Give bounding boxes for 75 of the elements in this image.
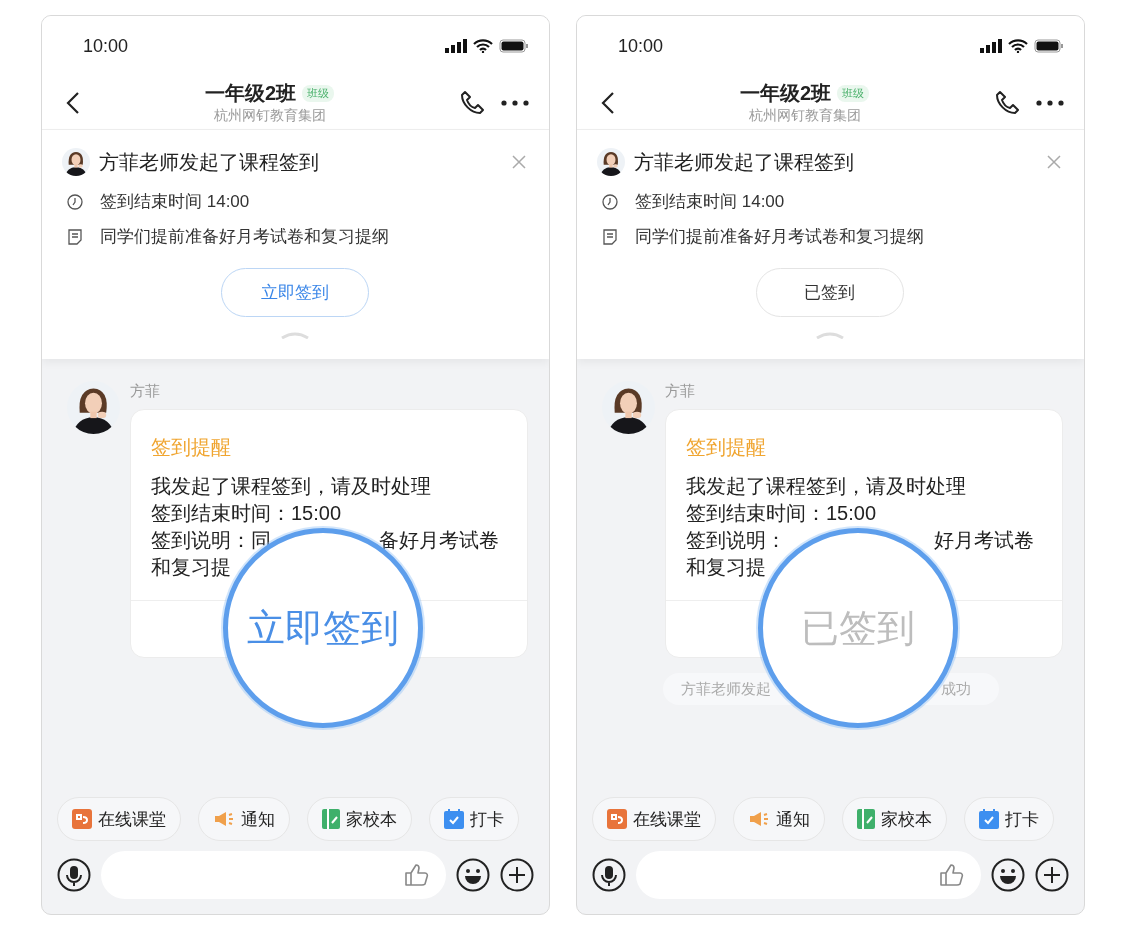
thumbs-up-icon[interactable] (404, 863, 430, 887)
smile-icon[interactable] (456, 858, 490, 892)
status-time: 10:00 (83, 35, 129, 57)
message-text: 好月考试卷 (934, 528, 1034, 553)
book-icon (857, 809, 875, 829)
calendar-check-icon (979, 809, 999, 829)
back-icon[interactable] (66, 90, 80, 115)
signal-icon (980, 39, 1002, 53)
quick-action-button[interactable]: 通知 (733, 797, 825, 841)
thumbs-up-icon[interactable] (939, 863, 965, 887)
battery-icon (499, 39, 529, 53)
message-text: 签到结束时间：15:00 (686, 501, 877, 526)
classroom-icon (72, 809, 92, 829)
chat-title: 一年级2班 (739, 81, 832, 106)
quick-action-button[interactable]: 打卡 (429, 797, 519, 841)
microphone-icon[interactable] (592, 858, 626, 892)
message-input[interactable] (636, 851, 981, 899)
message-text: 签到说明： (686, 528, 786, 553)
status-time: 10:00 (618, 35, 664, 57)
banner-title: 方菲老师发起了课程签到 (634, 149, 855, 175)
notice-text: 成功 (941, 679, 971, 699)
banner-title: 方菲老师发起了课程签到 (99, 149, 320, 175)
quick-action-button[interactable]: 家校本 (307, 797, 412, 841)
wifi-icon (473, 39, 493, 53)
microphone-icon[interactable] (57, 858, 91, 892)
signal-icon (445, 39, 467, 53)
message-input[interactable] (101, 851, 446, 899)
plus-icon[interactable] (500, 858, 534, 892)
back-icon[interactable] (601, 90, 615, 115)
message-text: 备好月考试卷 (379, 528, 499, 553)
message-text: 和复习提 (151, 555, 231, 580)
calendar-check-icon (444, 809, 464, 829)
clock-icon (602, 193, 618, 210)
phone-icon[interactable] (459, 89, 485, 116)
more-icon[interactable] (501, 99, 529, 106)
note-icon (67, 228, 83, 245)
sender-name: 方菲 (130, 382, 161, 401)
quick-action-button[interactable]: 在线课堂 (57, 797, 181, 841)
quick-action-button[interactable]: 家校本 (842, 797, 947, 841)
signin-button[interactable]: 立即签到 (220, 268, 369, 317)
megaphone-icon (213, 810, 235, 828)
plus-icon[interactable] (1035, 858, 1069, 892)
group-tag: 班级 (837, 85, 870, 102)
card-title: 签到提醒 (151, 435, 232, 460)
note-text: 同学们提前准备好月考试卷和复习提纲 (635, 226, 924, 248)
note-icon (602, 228, 618, 245)
wifi-icon (1008, 39, 1028, 53)
message-text: 签到结束时间：15:00 (151, 501, 342, 526)
message-text: 我发起了课程签到，请及时处理 (686, 474, 966, 499)
note-text: 同学们提前准备好月考试卷和复习提纲 (100, 226, 389, 248)
card-title: 签到提醒 (686, 435, 767, 460)
chat-subtitle: 杭州网钉教育集团 (213, 107, 326, 125)
end-time-text: 签到结束时间 14:00 (635, 191, 785, 213)
message-text: 和复习提 (686, 555, 766, 580)
end-time-text: 签到结束时间 14:00 (100, 191, 250, 213)
phone-icon[interactable] (994, 89, 1020, 116)
classroom-icon (607, 809, 627, 829)
notice-text: 方菲老师发起 (681, 679, 771, 699)
megaphone-icon (748, 810, 770, 828)
group-tag: 班级 (302, 85, 335, 102)
message-text: 我发起了课程签到，请及时处理 (151, 474, 431, 499)
chat-subtitle: 杭州网钉教育集团 (748, 107, 861, 125)
clock-icon (67, 193, 83, 210)
book-icon (322, 809, 340, 829)
signin-label: 立即签到 (247, 605, 399, 651)
quick-action-button[interactable]: 在线课堂 (592, 797, 716, 841)
quick-action-button[interactable]: 通知 (198, 797, 290, 841)
more-icon[interactable] (1036, 99, 1064, 106)
signin-label: 已签到 (801, 605, 915, 651)
chat-title: 一年级2班 (204, 81, 297, 106)
sender-name: 方菲 (665, 382, 696, 401)
smile-icon[interactable] (991, 858, 1025, 892)
battery-icon (1034, 39, 1064, 53)
quick-action-button[interactable]: 打卡 (964, 797, 1054, 841)
signin-button[interactable]: 已签到 (755, 268, 904, 317)
